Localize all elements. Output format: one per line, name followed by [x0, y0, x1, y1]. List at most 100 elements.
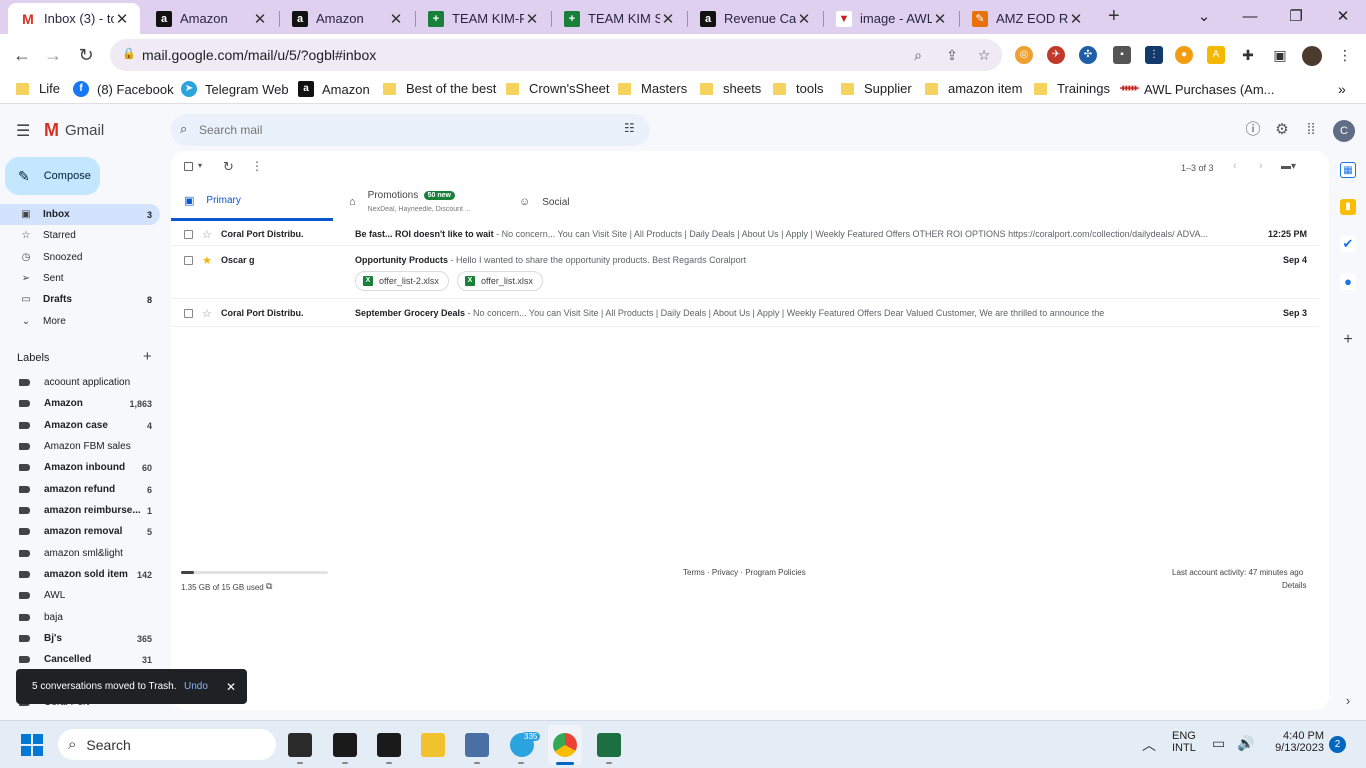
footer-links[interactable]: Terms · Privacy · Program Policies — [683, 568, 806, 577]
windows-start-icon[interactable] — [21, 734, 43, 756]
search-options-icon[interactable]: ☷ — [624, 121, 635, 135]
select-all-checkbox[interactable] — [184, 162, 193, 171]
close-window-icon[interactable]: ✕ — [1320, 0, 1366, 32]
app-icon[interactable] — [288, 733, 312, 757]
tab-team-kim-re[interactable]: + TEAM KIM-RE ✕ — [416, 3, 550, 34]
close-icon[interactable]: ✕ — [226, 680, 236, 694]
compose-button[interactable]: ✎ Compose — [5, 157, 100, 195]
volume-icon[interactable]: 🔊 — [1237, 735, 1254, 752]
extension-icon[interactable]: ✣ — [1079, 46, 1097, 64]
keep-icon[interactable]: ▮ — [1340, 199, 1356, 215]
app-icon[interactable] — [377, 733, 401, 757]
label-item[interactable]: baja — [0, 607, 160, 628]
newer-icon[interactable]: ‹ — [1233, 160, 1237, 172]
tab-amz-eod-rep[interactable]: ✎ AMZ EOD Rep ✕ — [960, 3, 1094, 34]
tab-image-awl[interactable]: ▼ image - AWL ✕ — [824, 3, 958, 34]
star-filled-icon[interactable]: ★ — [202, 254, 212, 267]
main-menu-icon[interactable]: ☰ — [16, 121, 30, 141]
label-item[interactable]: Amazon 1,863 — [0, 393, 160, 414]
notification-badge[interactable]: 2 — [1329, 736, 1346, 753]
bookmark-telegram[interactable]: ➤ Telegram Web — [181, 81, 289, 97]
bookmark-star-icon[interactable]: ☆ — [974, 45, 994, 65]
bookmark-crownssheet[interactable]: Crown'sSheet — [506, 81, 610, 96]
expand-panel-icon[interactable]: › — [1340, 693, 1356, 709]
tasks-icon[interactable]: ✔ — [1340, 236, 1356, 252]
bookmarks-overflow-icon[interactable]: » — [1338, 81, 1346, 97]
label-item[interactable]: Amazon inbound 60 — [0, 457, 160, 478]
maximize-icon[interactable]: ❐ — [1273, 0, 1319, 32]
language-indicator[interactable]: ENG INTL — [1172, 730, 1196, 754]
address-bar[interactable]: 🔒 mail.google.com/mail/u/5/?ogbl#inbox ⌕… — [110, 39, 1002, 71]
gmail-logo[interactable]: M Gmail — [44, 120, 104, 141]
undo-button[interactable]: Undo — [184, 681, 208, 692]
email-row[interactable]: ★ Oscar g Opportunity Products - Hello I… — [171, 247, 1319, 299]
more-actions-icon[interactable]: ⋮ — [251, 159, 263, 173]
profile-avatar[interactable] — [1302, 46, 1322, 66]
search-input[interactable] — [199, 120, 579, 140]
nav-more[interactable]: ⌄ More — [0, 311, 160, 332]
taskbar-search[interactable]: ⌕ Search — [58, 729, 276, 760]
excel-icon[interactable] — [597, 733, 621, 757]
zoom-icon[interactable]: ⌕ — [908, 45, 928, 65]
open-external-icon[interactable]: ⧉ — [266, 581, 272, 592]
label-item[interactable]: amazon reimburse... 1 — [0, 500, 160, 521]
extension-icon[interactable]: ⋮ — [1145, 46, 1163, 64]
row-checkbox[interactable] — [184, 309, 193, 318]
extension-icon[interactable]: A — [1207, 46, 1225, 64]
bookmark-facebook[interactable]: f (8) Facebook — [73, 81, 174, 97]
star-icon[interactable]: ☆ — [202, 228, 212, 241]
app-icon[interactable] — [333, 733, 357, 757]
label-item[interactable]: amazon sml&light — [0, 543, 160, 564]
tab-team-kim-sa[interactable]: + TEAM KIM SA ✕ — [552, 3, 686, 34]
settings-gear-icon[interactable]: ⚙ — [1272, 120, 1292, 140]
input-tools-icon[interactable]: ▬▾ — [1281, 161, 1296, 172]
extension-off-icon[interactable]: ▪ — [1113, 46, 1131, 64]
refresh-icon[interactable]: ↻ — [223, 159, 234, 175]
nav-starred[interactable]: ☆ Starred — [0, 225, 160, 246]
close-tab-icon[interactable]: ✕ — [660, 10, 676, 28]
tab-amazon-2[interactable]: a Amazon ✕ — [280, 3, 414, 34]
bookmark-best-of-the-best[interactable]: Best of the best — [383, 81, 496, 96]
file-explorer-icon[interactable] — [421, 733, 445, 757]
side-panel-icon[interactable]: ▣ — [1271, 46, 1289, 64]
close-tab-icon[interactable]: ✕ — [796, 10, 812, 28]
close-tab-icon[interactable]: ✕ — [388, 10, 404, 28]
bookmark-amazon-item[interactable]: amazon item — [925, 81, 1022, 96]
network-icon[interactable]: ▭ — [1212, 735, 1225, 752]
select-dropdown-icon[interactable]: ▾ — [198, 161, 202, 170]
row-checkbox[interactable] — [184, 256, 193, 265]
chevron-up-icon[interactable]: ︿ — [1142, 735, 1156, 755]
search-bar[interactable]: ⌕ ☷ — [171, 114, 650, 146]
label-item[interactable]: amazon removal 5 — [0, 521, 160, 542]
label-item[interactable]: Amazon case 4 — [0, 415, 160, 436]
tab-social[interactable]: ☺ Social — [519, 183, 669, 221]
email-row[interactable]: ☆ Coral Port Distribu. September Grocery… — [171, 301, 1319, 327]
star-icon[interactable]: ☆ — [202, 307, 212, 320]
bookmark-trainings[interactable]: Trainings — [1034, 81, 1110, 96]
email-row[interactable]: ☆ Coral Port Distribu. Be fast... ROI do… — [171, 223, 1319, 246]
attachment-chip[interactable]: X offer_list-2.xlsx — [355, 271, 449, 291]
help-icon[interactable]: ⓘ — [1243, 120, 1263, 140]
bookmark-life[interactable]: Life — [16, 81, 60, 96]
nav-sent[interactable]: ➢ Sent — [0, 268, 160, 289]
puzzle-icon[interactable]: ✚ — [1239, 46, 1257, 64]
reload-icon[interactable]: ↻ — [71, 40, 101, 70]
tab-promotions[interactable]: ⌂ Promotions 50 new NexDeal, Hayneedle, … — [349, 183, 499, 221]
contacts-icon[interactable]: ● — [1340, 274, 1356, 290]
label-item[interactable]: Cancelled 31 — [0, 649, 160, 670]
label-item[interactable]: amazon sold item 142 — [0, 564, 160, 585]
older-icon[interactable]: › — [1259, 160, 1263, 172]
bookmark-supplier[interactable]: Supplier — [841, 81, 912, 96]
bookmark-masters[interactable]: Masters — [618, 81, 687, 96]
new-tab-button[interactable]: + — [1108, 5, 1120, 28]
bookmark-amazon[interactable]: a Amazon — [298, 81, 370, 97]
share-icon[interactable]: ⇪ — [942, 45, 962, 65]
extension-icon[interactable]: ◎ — [1015, 46, 1033, 64]
tab-search-icon[interactable]: ⌄ — [1181, 0, 1227, 32]
tab-primary[interactable]: ▣ Primary — [171, 183, 333, 221]
clock[interactable]: 4:40 PM 9/13/2023 — [1268, 730, 1324, 754]
close-tab-icon[interactable]: ✕ — [932, 10, 948, 28]
chrome-menu-icon[interactable]: ⋮ — [1336, 46, 1354, 64]
account-avatar[interactable]: C — [1333, 120, 1355, 142]
close-tab-icon[interactable]: ✕ — [252, 10, 268, 28]
